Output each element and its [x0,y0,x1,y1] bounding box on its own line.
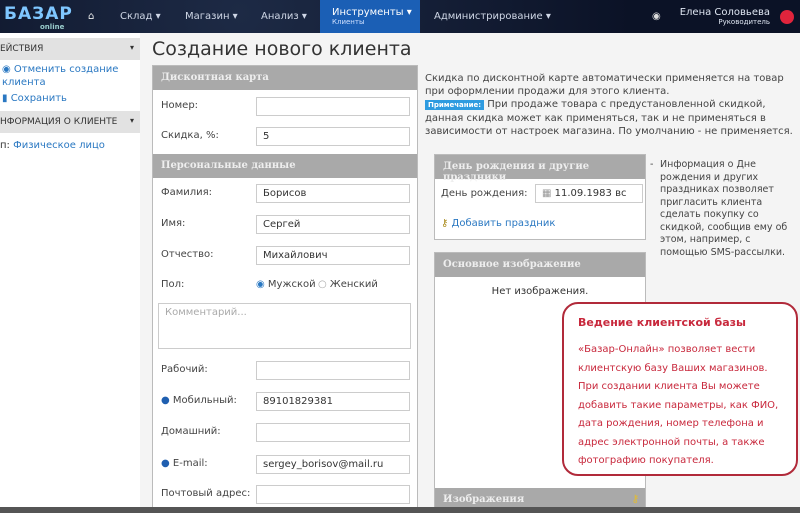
save-link[interactable]: ▮ Сохранить [0,89,140,105]
birthday-value: 11.09.1983 вс [554,188,627,199]
first-name-input[interactable]: Сергей [256,215,410,234]
comment-textarea[interactable]: Комментарий... [158,303,411,349]
birthday-header: День рождения и другие праздники [435,155,645,183]
birthday-input[interactable]: ▦ 11.09.1983 вс [535,184,643,203]
work-phone-label: Рабочий: [161,364,208,375]
type-label: п: [0,140,10,151]
logo-text: БАЗАР [4,4,73,24]
page-title: Создание нового клиента [152,38,412,60]
user-role: Руководитель [718,18,770,26]
discount-input[interactable]: 5 [256,127,410,146]
power-icon[interactable] [780,10,794,24]
email-label: E-mail: [172,458,208,469]
note-tag: Примечание: [425,100,485,110]
home-phone-input[interactable] [256,423,410,442]
address-label: Почтовый адрес: [161,488,251,499]
logo[interactable]: БАЗАР online [4,4,73,31]
client-info-header[interactable]: НФОРМАЦИЯ О КЛИЕНТЕ ▾ [0,111,140,133]
nav-instruments-sub: Клиенты [332,18,365,26]
patronymic-label: Отчество: [161,249,214,260]
birthday-info-text: Информация о Дне рождения и других празд… [660,159,788,258]
gender-label: Пол: [161,279,185,290]
nav-magazin[interactable]: Магазин ▾ [185,11,238,22]
info-icon[interactable]: ● [161,458,170,469]
type-value[interactable]: Физическое лицо [13,140,105,151]
images-title: Изображения [443,494,525,505]
gender-male-radio[interactable]: ◉ Мужской [256,279,316,290]
discount-note-text: Скидка по дисконтной карте автоматически… [425,73,784,97]
card-number-label: Номер: [161,100,199,111]
callout-title: Ведение клиентской базы [578,316,746,329]
sidebar: ЕЙСТВИЯ ▾ ◉ Отменить создание клиента ▮ С… [0,33,140,513]
key-icon: ⚷ [441,218,449,229]
main-image-header: Основное изображение [435,253,645,277]
gender-male-label: Мужской [267,279,316,290]
patronymic-input[interactable]: Михайлович [256,246,410,265]
home-icon[interactable]: ⌂ [88,11,94,22]
logo-sub: online [40,23,65,31]
personal-data-header: Персональные данные [153,154,417,178]
nav-sklad[interactable]: Склад ▾ [120,11,161,22]
info-icon[interactable]: ● [161,395,170,406]
save-icon: ▮ [2,93,11,104]
birthday-label: День рождения: [441,188,528,199]
user-menu[interactable]: Елена Соловьева Руководитель [680,7,770,26]
bottom-bar [0,507,800,513]
nav-instruments[interactable]: Инструменты ▾ Клиенты [320,0,420,33]
add-holiday-link[interactable]: ⚷ Добавить праздник [441,218,555,229]
last-name-label: Фамилия: [161,187,213,198]
add-holiday-label: Добавить праздник [451,218,556,229]
birthday-panel: День рождения и другие праздники День ро… [434,154,646,240]
cancel-icon: ◉ [2,64,14,75]
user-name: Елена Соловьева [679,7,770,18]
callout-box: Ведение клиентской базы «Базар-Онлайн» п… [562,302,798,476]
cancel-label: Отменить создание клиента [2,64,119,88]
discount-note: Скидка по дисконтной карте автоматически… [425,72,795,138]
key-icon[interactable]: ⚷ [632,494,639,505]
discount-card-header: Дисконтная карта [153,66,417,90]
nav-instruments-label: Инструменты ▾ [332,7,412,18]
eye-icon[interactable]: ◉ [652,11,661,22]
chevron-down-icon: ▾ [129,116,134,125]
last-name-input[interactable]: Борисов [256,184,410,203]
top-nav: БАЗАР online ⌂ Склад ▾ Магазин ▾ Анализ ▾… [0,0,800,33]
save-label: Сохранить [10,93,67,104]
no-image-text: Нет изображения. [491,286,589,297]
gender-female-label: Женский [329,279,378,290]
discount-label: Скидка, %: [161,130,219,141]
birthday-info: - Информация о Дне рождения и других праз… [650,159,788,258]
chevron-down-icon: ▾ [129,43,134,52]
client-info-title: НФОРМАЦИЯ О КЛИЕНТЕ [0,117,118,127]
card-number-input[interactable] [256,97,410,116]
address-input[interactable] [256,485,410,504]
client-form: Дисконтная карта Номер: Скидка, %: 5 Пер… [152,65,418,513]
nav-admin[interactable]: Администрирование ▾ [434,11,551,22]
calendar-icon: ▦ [542,188,555,199]
nav-analiz[interactable]: Анализ ▾ [261,11,307,22]
actions-header[interactable]: ЕЙСТВИЯ ▾ [0,38,140,60]
cancel-create-link[interactable]: ◉ Отменить создание клиента [0,60,140,89]
home-phone-label: Домашний: [161,426,221,437]
radio-unchecked-icon: ○ [318,279,327,290]
mobile-input[interactable]: 89101829381 [256,392,410,411]
callout-body: «Базар-Онлайн» позволяет вести клиентску… [578,344,779,466]
email-input[interactable]: sergey_borisov@mail.ru [256,455,410,474]
actions-title: ЕЙСТВИЯ [0,44,44,54]
gender-female-radio[interactable]: ○ Женский [318,279,378,290]
first-name-label: Имя: [161,218,186,229]
work-phone-input[interactable] [256,361,410,380]
mobile-label: Мобильный: [172,395,237,406]
radio-checked-icon: ◉ [256,279,265,290]
